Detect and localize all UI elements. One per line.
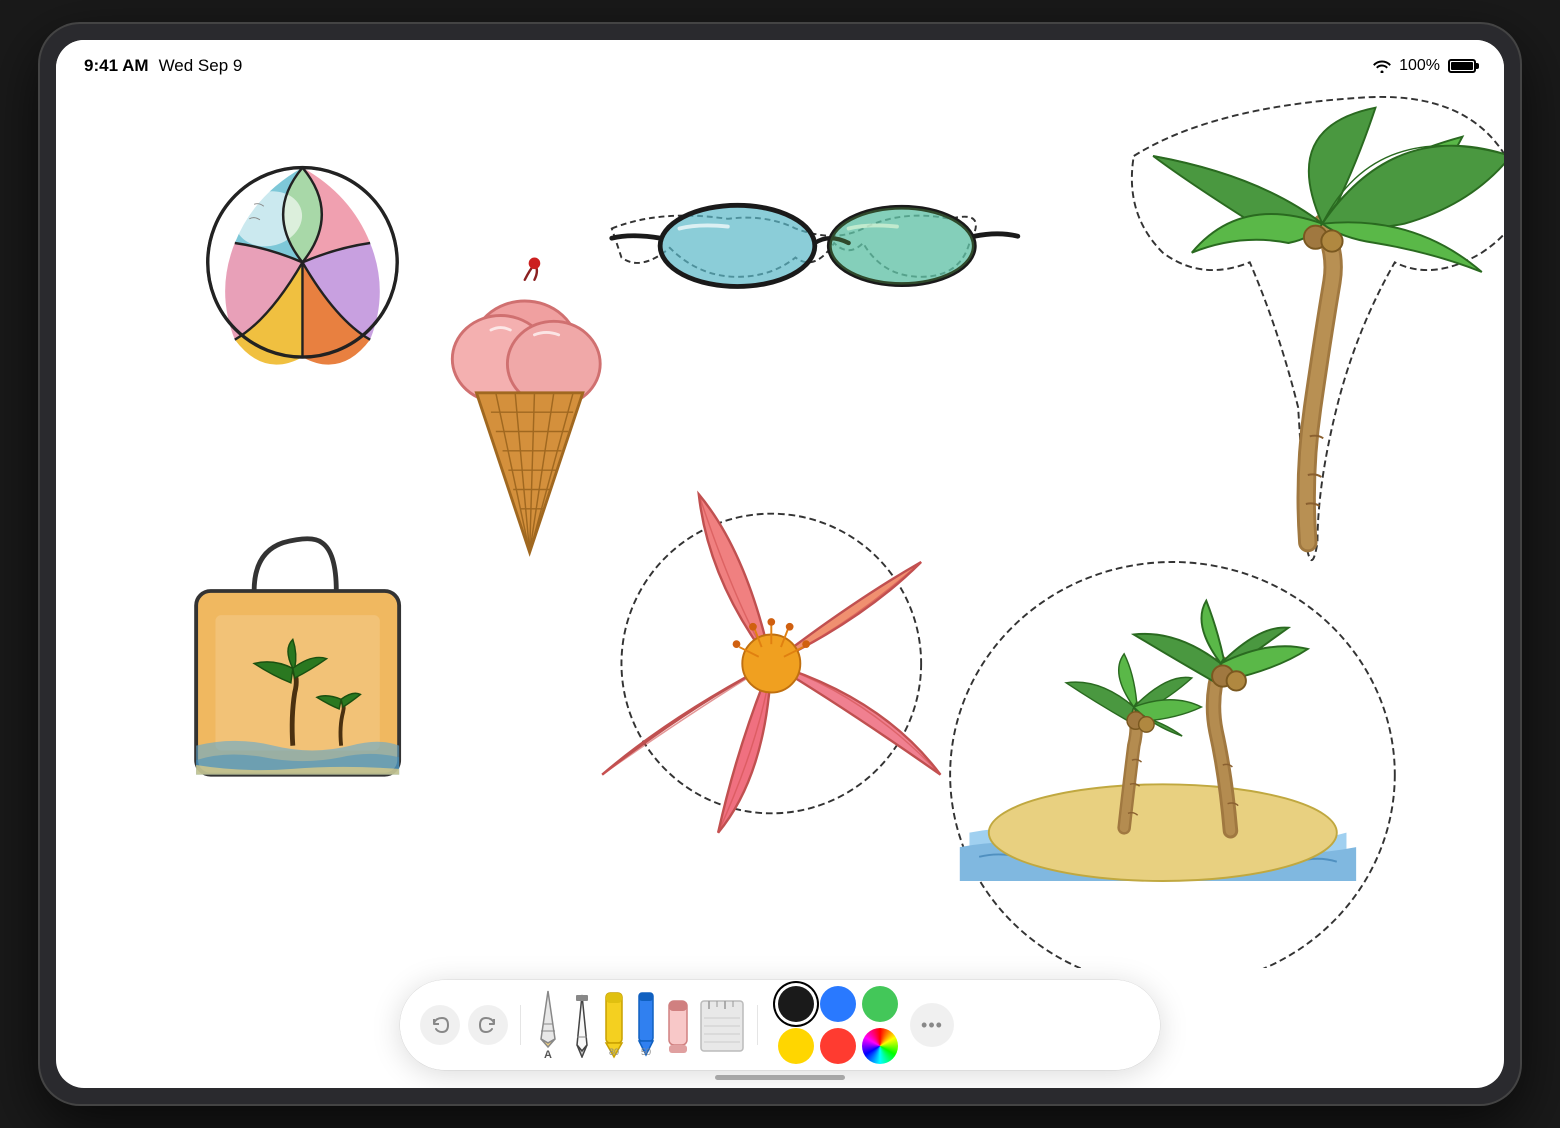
drawing-toolbar: A 80	[400, 980, 1160, 1070]
eraser-icon	[665, 993, 691, 1058]
pencil-a-tool[interactable]: A	[533, 989, 563, 1061]
toolbar-separator-2	[757, 1005, 758, 1045]
sunglasses-illustration	[612, 205, 1018, 286]
color-blue[interactable]	[820, 986, 856, 1022]
more-dots-icon: •••	[921, 1015, 943, 1036]
beach-ball-illustration	[208, 168, 397, 365]
toolbar-separator-1	[520, 1005, 521, 1045]
marker-yellow-tool[interactable]: 80	[601, 991, 627, 1059]
ruler-icon	[699, 993, 745, 1058]
color-red[interactable]	[820, 1028, 856, 1064]
wifi-icon	[1373, 59, 1391, 73]
pencil-a-icon	[533, 989, 563, 1049]
ruler-tool[interactable]	[699, 993, 745, 1058]
redo-button[interactable]	[468, 1005, 508, 1045]
color-yellow[interactable]	[778, 1028, 814, 1064]
marker-yellow-label: 80	[609, 1047, 619, 1057]
home-indicator	[715, 1075, 845, 1080]
ice-cream-illustration	[452, 258, 600, 553]
pen-icon	[571, 993, 593, 1058]
canvas-area[interactable]	[56, 40, 1504, 968]
pen-tool[interactable]	[571, 993, 593, 1058]
battery-icon	[1448, 59, 1476, 73]
battery-percent: 100%	[1399, 57, 1440, 75]
battery-fill	[1451, 62, 1473, 70]
more-tools-button[interactable]: •••	[910, 1003, 954, 1047]
eraser-tool[interactable]	[665, 993, 691, 1058]
status-bar: 9:41 AM Wed Sep 9 100%	[56, 40, 1504, 92]
undo-icon	[430, 1015, 450, 1035]
undo-button[interactable]	[420, 1005, 460, 1045]
color-black[interactable]	[778, 986, 814, 1022]
status-date: Wed Sep 9	[159, 56, 243, 76]
pen-blue-tool[interactable]: 50	[635, 991, 657, 1059]
color-spectrum[interactable]	[862, 1028, 898, 1064]
redo-icon	[478, 1015, 498, 1035]
beach-bag-illustration	[196, 539, 399, 775]
palm-island-illustration	[950, 562, 1395, 968]
color-green[interactable]	[862, 986, 898, 1022]
status-right: 100%	[1373, 57, 1476, 75]
palm-tree-large-illustration	[1132, 97, 1504, 560]
pencil-a-label: A	[544, 1049, 552, 1061]
hibiscus-flower-illustration	[602, 494, 940, 832]
color-palette	[778, 986, 898, 1064]
ipad-frame: 9:41 AM Wed Sep 9 100%	[40, 24, 1520, 1104]
ipad-screen: 9:41 AM Wed Sep 9 100%	[56, 40, 1504, 1088]
pen-blue-label: 50	[641, 1047, 651, 1057]
status-time: 9:41 AM	[84, 56, 149, 76]
drawing-canvas[interactable]	[56, 40, 1504, 968]
